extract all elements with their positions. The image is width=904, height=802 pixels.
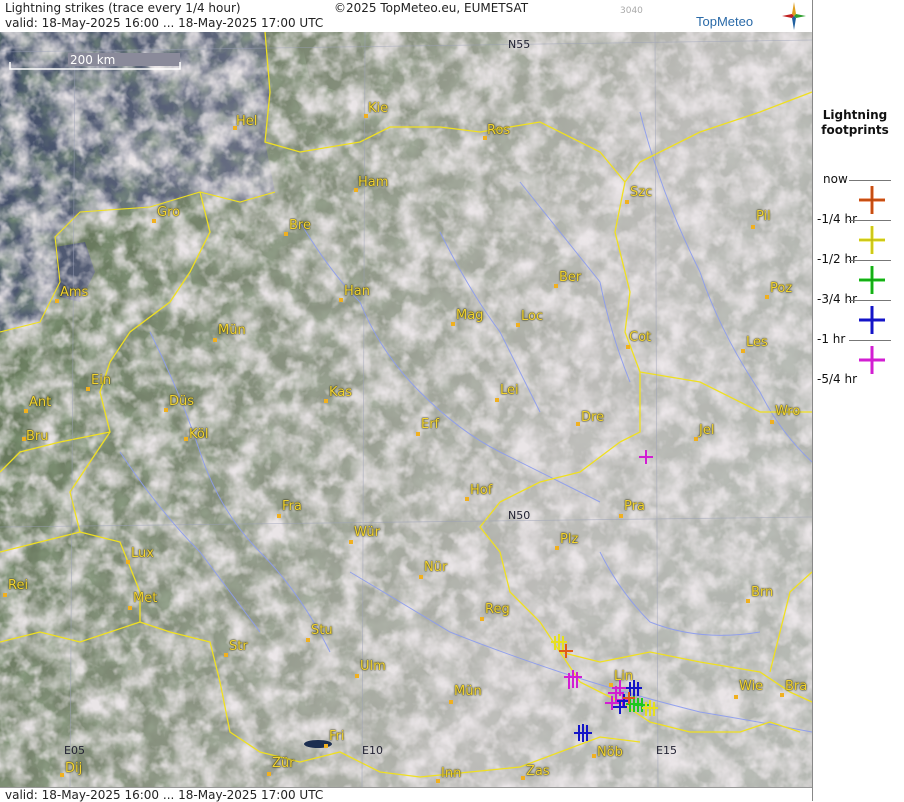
map-title: Lightning strikes (trace every 1/4 hour) bbox=[5, 1, 241, 15]
legend-label: -5/4 hr bbox=[817, 372, 857, 386]
legend-cross-icon bbox=[859, 186, 885, 214]
legend-cross-icon bbox=[859, 266, 885, 294]
footer-bar: valid: 18-May-2025 16:00 ... 18-May-2025… bbox=[0, 787, 812, 802]
strike-3-4hr[interactable] bbox=[574, 680, 642, 742]
lightning-strikes-layer bbox=[551, 450, 658, 742]
legend-row-five-quarter: -5/4 hr bbox=[813, 372, 904, 420]
legend-cross-icon bbox=[859, 226, 885, 254]
logo-text: TopMeteo bbox=[696, 14, 754, 29]
valid-time-top: valid: 18-May-2025 16:00 ... 18-May-2025… bbox=[5, 16, 324, 30]
satellite-map[interactable]: 200 km N55 N50 E05 E10 E15 Hel Kie Ros H… bbox=[0, 32, 812, 787]
legend-label: now bbox=[823, 172, 848, 186]
copyright: ©2025 TopMeteo.eu, EUMETSAT bbox=[334, 1, 529, 15]
strike-1hr[interactable] bbox=[564, 450, 653, 710]
legend-cross-icon bbox=[859, 346, 885, 374]
valid-time-bottom: valid: 18-May-2025 16:00 ... 18-May-2025… bbox=[5, 788, 324, 802]
legend-label: -3/4 hr bbox=[817, 292, 857, 306]
legend-panel: Lightning footprints now -1/4 hr -1/2 hr bbox=[812, 0, 904, 801]
legend-label: -1 hr bbox=[817, 332, 846, 346]
lightning-map-page: Lightning strikes (trace every 1/4 hour)… bbox=[0, 0, 904, 802]
header-bar: Lightning strikes (trace every 1/4 hour)… bbox=[0, 0, 812, 33]
compass-star-icon bbox=[782, 2, 806, 30]
legend-title: Lightning footprints bbox=[821, 108, 889, 137]
legend-label: -1/4 hr bbox=[817, 212, 857, 226]
legend-label: -1/2 hr bbox=[817, 252, 857, 266]
map-code: 3040 bbox=[620, 6, 643, 16]
topmeteo-logo[interactable]: TopMeteo bbox=[694, 2, 806, 30]
legend-cross-icon bbox=[859, 306, 885, 334]
